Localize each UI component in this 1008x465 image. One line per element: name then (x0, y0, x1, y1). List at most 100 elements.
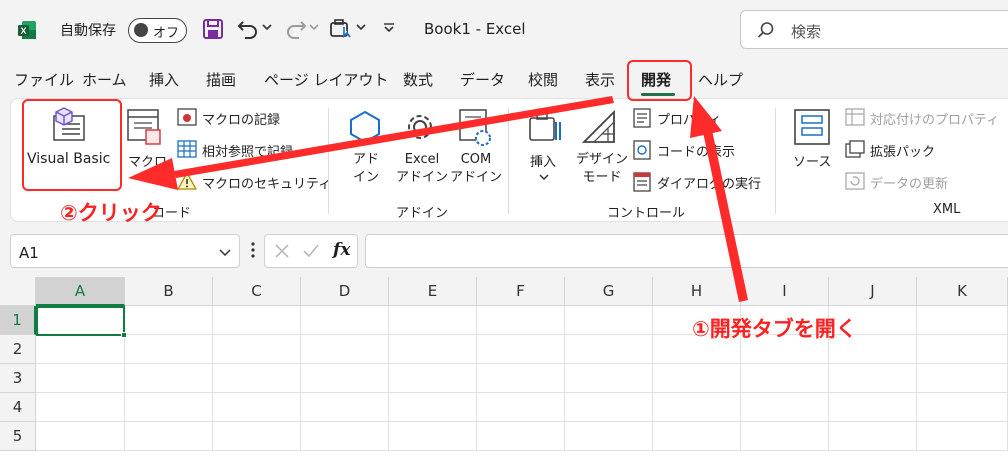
grid-cell[interactable] (301, 306, 389, 335)
grid-cell[interactable] (829, 422, 917, 451)
macro-security-button[interactable]: マクロのセキュリティ (202, 173, 331, 192)
grid-cell[interactable] (565, 306, 653, 335)
grid-cell[interactable] (741, 393, 829, 422)
active-cell[interactable] (36, 306, 125, 336)
column-header[interactable]: C (213, 277, 301, 306)
row-header[interactable]: 2 (0, 335, 36, 364)
grid-cell[interactable] (653, 364, 741, 393)
grid-cell[interactable] (565, 393, 653, 422)
grid-cell[interactable] (36, 393, 125, 422)
grid-cell[interactable] (829, 364, 917, 393)
excel-addin-button[interactable]: Excel アドイン (396, 151, 448, 187)
grid-cell[interactable] (477, 393, 565, 422)
column-header[interactable]: H (653, 277, 741, 306)
insert-control-button[interactable]: 挿入 (530, 151, 556, 170)
run-dialog-button[interactable]: ダイアログの実行 (657, 173, 761, 192)
grid-cell[interactable] (125, 364, 213, 393)
chevron-down-icon[interactable] (539, 172, 549, 182)
name-box[interactable]: A1 (10, 234, 240, 268)
com-addin-button[interactable]: COM アドイン (450, 151, 502, 187)
grid-cell[interactable] (917, 306, 1008, 335)
xml-source-button[interactable]: ソース (793, 151, 831, 170)
grid-cell[interactable] (917, 364, 1008, 393)
grid-cell[interactable] (741, 364, 829, 393)
record-macro-button[interactable]: マクロの記録 (202, 109, 280, 128)
grid-cell[interactable] (565, 335, 653, 364)
touch-mouse-mode-icon[interactable] (329, 17, 353, 41)
tab-review[interactable]: 校閲 (528, 69, 558, 90)
column-header[interactable]: E (389, 277, 477, 306)
grid-cell[interactable] (477, 306, 565, 335)
grid-cell[interactable] (125, 422, 213, 451)
insert-function-button[interactable]: fx (333, 240, 350, 260)
macro-button[interactable]: マクロ (128, 151, 167, 170)
tab-formulas[interactable]: 数式 (403, 69, 433, 90)
grid-cell[interactable] (477, 335, 565, 364)
grid-cell[interactable] (565, 422, 653, 451)
formula-input[interactable] (365, 234, 1008, 268)
chevron-down-icon[interactable] (356, 22, 366, 32)
grid-cell[interactable] (829, 393, 917, 422)
row-header[interactable]: 1 (0, 306, 36, 335)
addin-button[interactable]: アド イン (353, 151, 379, 187)
view-code-button[interactable]: コードの表示 (657, 141, 735, 160)
grid-cell[interactable] (36, 422, 125, 451)
grid-cell[interactable] (301, 364, 389, 393)
properties-button[interactable]: プロパティ (657, 109, 721, 128)
row-header[interactable]: 5 (0, 422, 36, 451)
refresh-data-button[interactable]: データの更新 (870, 173, 948, 192)
grid-cell[interactable] (741, 422, 829, 451)
grid-cell[interactable] (389, 422, 477, 451)
column-header[interactable]: I (741, 277, 829, 306)
tab-help[interactable]: ヘルプ (698, 69, 743, 90)
grid-cell[interactable] (301, 335, 389, 364)
grid-cell[interactable] (653, 422, 741, 451)
column-header[interactable]: F (477, 277, 565, 306)
grid-cell[interactable] (213, 364, 301, 393)
save-icon[interactable] (202, 18, 224, 40)
select-all-corner[interactable] (0, 277, 36, 306)
column-header[interactable]: A (36, 277, 125, 306)
grid-cell[interactable] (477, 422, 565, 451)
expansion-packs-button[interactable]: 拡張パック (870, 141, 935, 160)
grid-cell[interactable] (565, 364, 653, 393)
tab-home[interactable]: ホーム (82, 69, 127, 90)
column-header[interactable]: G (565, 277, 653, 306)
row-header[interactable]: 4 (0, 393, 36, 422)
column-header[interactable]: K (917, 277, 1008, 306)
tab-insert[interactable]: 挿入 (149, 69, 179, 90)
column-header[interactable]: B (125, 277, 213, 306)
tab-file[interactable]: ファイル (14, 69, 74, 90)
tab-page-layout[interactable]: ページ レイアウト (264, 69, 388, 90)
grid-cell[interactable] (213, 422, 301, 451)
grid-cell[interactable] (125, 393, 213, 422)
grid-cell[interactable] (36, 364, 125, 393)
map-properties-button[interactable]: 対応付けのプロパティ (870, 109, 999, 128)
grid-cell[interactable] (213, 306, 301, 335)
more-options-icon[interactable] (250, 240, 256, 260)
undo-icon[interactable] (237, 18, 259, 40)
grid-cell[interactable] (125, 335, 213, 364)
fill-handle[interactable] (121, 332, 127, 338)
cancel-icon[interactable] (274, 243, 290, 259)
grid-cell[interactable] (653, 393, 741, 422)
grid-cell[interactable] (36, 335, 125, 364)
chevron-down-icon[interactable] (219, 248, 231, 258)
redo-icon[interactable] (285, 18, 307, 40)
grid-cell[interactable] (389, 335, 477, 364)
design-mode-button[interactable]: デザイン モード (576, 151, 628, 187)
tab-data[interactable]: データ (460, 69, 505, 90)
grid-cell[interactable] (917, 393, 1008, 422)
grid-cell[interactable] (389, 306, 477, 335)
search-box[interactable]: 検索 (740, 10, 1008, 49)
grid-cell[interactable] (213, 335, 301, 364)
grid-cell[interactable] (301, 422, 389, 451)
customize-toolbar-icon[interactable] (382, 22, 396, 34)
grid-cell[interactable] (917, 422, 1008, 451)
tab-view[interactable]: 表示 (585, 69, 615, 90)
enter-check-icon[interactable] (302, 243, 320, 259)
grid-cell[interactable] (389, 393, 477, 422)
column-header[interactable]: D (301, 277, 389, 306)
grid-cell[interactable] (301, 393, 389, 422)
grid-cell[interactable] (125, 306, 213, 335)
